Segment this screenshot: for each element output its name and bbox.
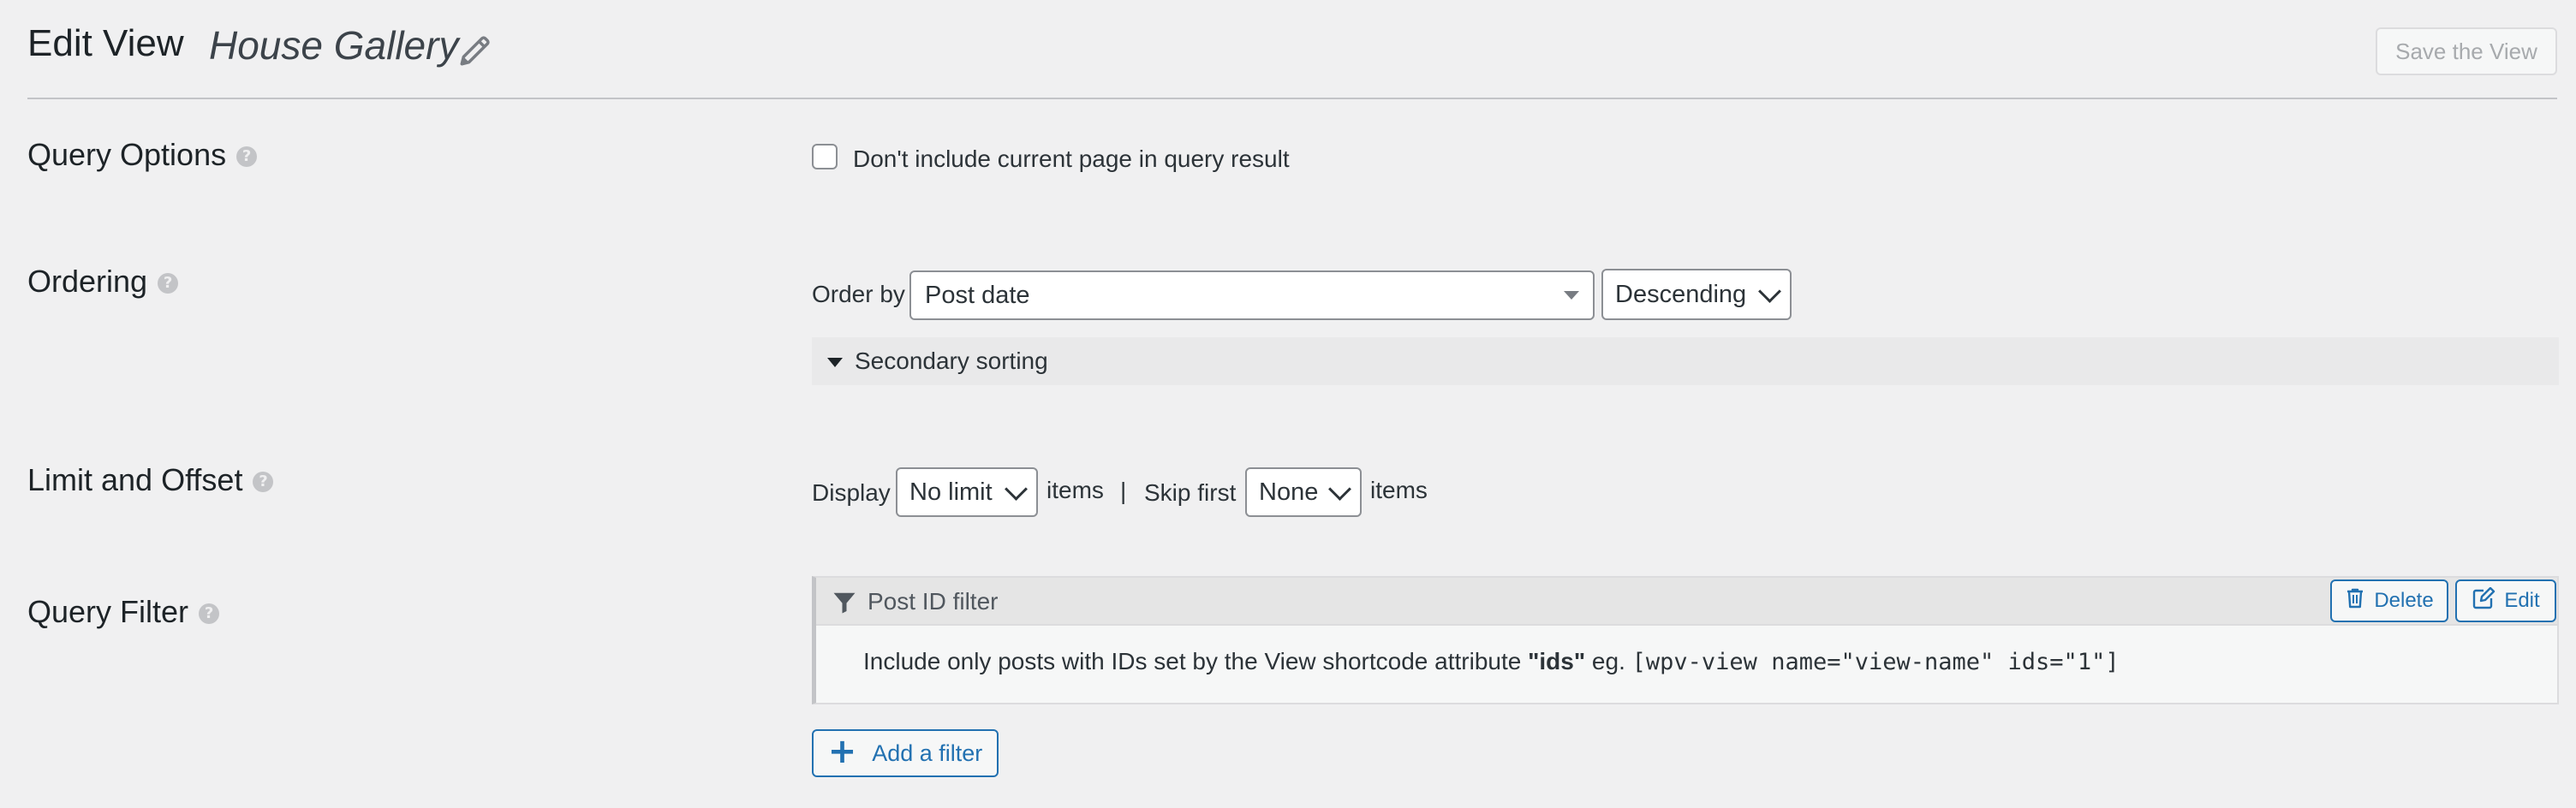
display-limit-value: No limit (909, 478, 993, 506)
section-limit-offset: Limit and Offset ? (27, 462, 274, 498)
pencil-edit-icon[interactable] (457, 33, 493, 68)
section-title: Query Filter (27, 594, 189, 629)
page-title: Edit View (27, 22, 184, 64)
help-icon[interactable]: ? (253, 472, 274, 492)
add-filter-button[interactable]: + Add a filter (812, 729, 999, 777)
skip-first-label: Skip first (1144, 479, 1237, 506)
secondary-sorting-label[interactable]: Secondary sorting (855, 348, 1048, 375)
view-name[interactable]: House Gallery (209, 22, 458, 68)
delete-filter-button[interactable]: Delete (2330, 579, 2448, 622)
description-attr: "ids" (1528, 648, 1586, 674)
save-view-button[interactable]: Save the View (2376, 27, 2557, 75)
section-query-options: Query Options ? (27, 137, 258, 173)
skip-first-select[interactable]: None (1245, 467, 1362, 517)
skip-first-value: None (1259, 478, 1319, 506)
caret-down-icon (827, 358, 843, 367)
section-title: Ordering (27, 264, 148, 299)
display-limit-select[interactable]: No limit (896, 467, 1038, 517)
exclude-current-page-checkbox[interactable] (812, 144, 838, 169)
add-filter-label: Add a filter (872, 740, 983, 766)
description-text: Include only posts with IDs set by the V… (863, 648, 1522, 674)
help-icon[interactable]: ? (199, 603, 220, 624)
post-id-filter-panel: Post ID filter Delete Edit Include only … (812, 576, 2559, 704)
description-eg: eg. (1591, 648, 1625, 674)
delete-label: Delete (2374, 589, 2434, 612)
section-title: Query Options (27, 137, 227, 172)
edit-label: Edit (2504, 589, 2540, 612)
section-query-filter: Query Filter ? (27, 594, 220, 630)
plus-icon: + (827, 732, 857, 771)
help-icon[interactable]: ? (236, 146, 258, 167)
edit-filter-button[interactable]: Edit (2455, 579, 2556, 622)
header-divider (27, 98, 2557, 99)
filter-header: Post ID filter Delete Edit (816, 578, 2557, 626)
section-ordering: Ordering ? (27, 264, 179, 300)
order-by-select[interactable]: Post date (909, 270, 1595, 320)
filter-name: Post ID filter (868, 588, 999, 615)
secondary-sorting-toggle[interactable] (812, 337, 2559, 385)
exclude-current-page-label[interactable]: Don't include current page in query resu… (853, 146, 1290, 173)
trash-icon (2345, 587, 2365, 615)
order-by-label: Order by (812, 281, 905, 307)
order-direction-select[interactable]: Descending (1601, 269, 1792, 320)
order-by-value: Post date (925, 281, 1030, 309)
items-label: items (1046, 477, 1104, 503)
display-label: Display (812, 479, 891, 506)
order-direction-value: Descending (1615, 280, 1747, 308)
help-icon[interactable]: ? (158, 273, 179, 294)
chevron-down-icon (1758, 279, 1781, 303)
chevron-down-icon (1328, 477, 1351, 501)
edit-icon (2472, 586, 2496, 615)
section-title: Limit and Offset (27, 462, 243, 497)
chevron-down-icon (1005, 477, 1028, 501)
filter-description: Include only posts with IDs set by the V… (863, 648, 2120, 675)
items-label: items (1370, 477, 1428, 503)
dropdown-arrow-icon (1564, 291, 1579, 300)
separator: | (1120, 478, 1127, 504)
description-shortcode: [wpv-view name="view-name" ids="1"] (1631, 649, 2120, 675)
funnel-icon (832, 590, 857, 620)
